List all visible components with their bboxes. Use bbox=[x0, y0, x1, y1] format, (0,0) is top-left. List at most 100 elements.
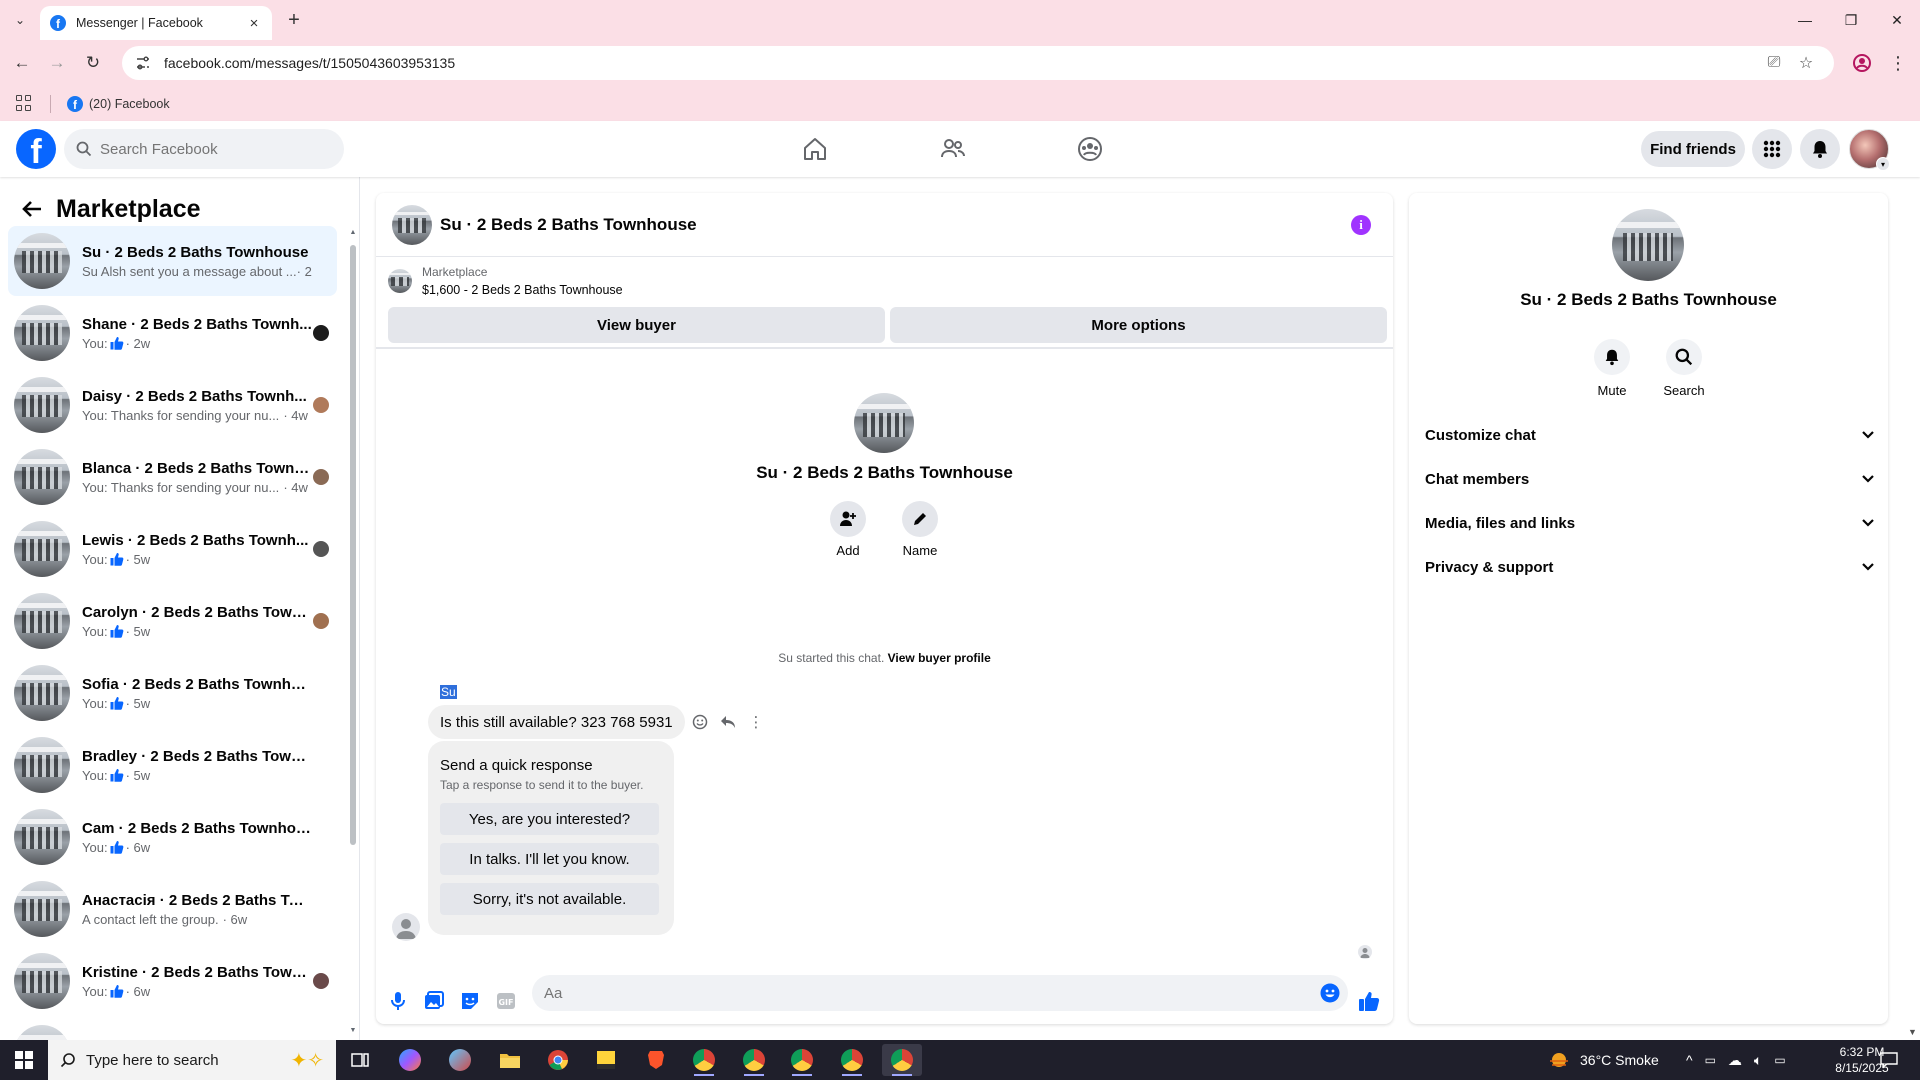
quick-option-3[interactable]: Sorry, it's not available. bbox=[440, 883, 659, 915]
chrome-profile-1-icon[interactable] bbox=[684, 1044, 724, 1076]
conversation-item[interactable]: Анастасія · 2 Beds 2 Baths Town... A cont… bbox=[8, 874, 337, 944]
weather-icon bbox=[1550, 1053, 1568, 1067]
sender-avatar[interactable] bbox=[392, 913, 420, 941]
onedrive-cloud-icon[interactable]: ☁ bbox=[1728, 1052, 1742, 1069]
message-input[interactable] bbox=[544, 975, 1284, 1011]
browser-menu-icon[interactable]: ⋮ bbox=[1885, 50, 1911, 76]
tab-close-icon[interactable]: × bbox=[246, 15, 262, 32]
view-buyer-profile-link[interactable]: View buyer profile bbox=[888, 651, 991, 665]
chat-title[interactable]: Su · 2 Beds 2 Baths Townhouse bbox=[440, 215, 697, 235]
taskbar-search[interactable]: Type here to search ✦✧ bbox=[48, 1040, 336, 1080]
thumbs-up-send-icon[interactable] bbox=[1358, 990, 1380, 1012]
page-scrollbar[interactable]: ▲ ▼ bbox=[1905, 121, 1920, 1040]
tab-messenger[interactable]: f Messenger | Facebook × bbox=[40, 6, 272, 40]
back-arrow-icon[interactable] bbox=[20, 197, 44, 221]
chrome-icon[interactable] bbox=[538, 1044, 578, 1076]
conversation-item[interactable]: Daisy · 2 Beds 2 Baths Townh... You: Than… bbox=[8, 370, 337, 440]
app-icon-1[interactable] bbox=[440, 1044, 480, 1076]
copilot-icon[interactable] bbox=[390, 1044, 430, 1076]
scroll-down-icon[interactable]: ▼ bbox=[348, 1027, 358, 1037]
add-people-button[interactable]: Add bbox=[818, 501, 878, 558]
chat-info-section[interactable]: Chat members bbox=[1425, 461, 1875, 497]
scroll-up-icon[interactable]: ▲ bbox=[348, 229, 358, 239]
sticky-notes-icon[interactable] bbox=[586, 1044, 626, 1076]
address-bar[interactable]: facebook.com/messages/t/1505043603953135… bbox=[122, 46, 1834, 80]
tab-search-button[interactable]: ⌄ bbox=[8, 10, 32, 30]
snippet-time: · 6w bbox=[125, 839, 151, 855]
bookmark-star-icon[interactable]: ☆ bbox=[1792, 46, 1820, 80]
listing-summary[interactable]: Marketplace $1,600 - 2 Beds 2 Baths Town… bbox=[388, 265, 623, 297]
weather-widget[interactable]: 36°C Smoke bbox=[1548, 1040, 1659, 1080]
chevron-down-icon[interactable]: ▾ bbox=[1876, 157, 1890, 171]
conversation-item[interactable]: Carolyn · 2 Beds 2 Baths Town... You: · 5w bbox=[8, 586, 337, 656]
conversation-item[interactable]: Su · 2 Beds 2 Baths Townhouse Su Alsh sen… bbox=[8, 226, 337, 296]
home-nav-icon[interactable] bbox=[797, 131, 833, 167]
groups-nav-icon[interactable] bbox=[1072, 131, 1108, 167]
quick-option-2[interactable]: In talks. I'll let you know. bbox=[440, 843, 659, 875]
conversation-scrollbar[interactable] bbox=[350, 245, 356, 845]
chrome-profile-5-icon[interactable] bbox=[882, 1044, 922, 1076]
apps-grid-icon[interactable] bbox=[16, 94, 34, 113]
sticker-icon[interactable] bbox=[460, 991, 480, 1011]
message-bubble[interactable]: Is this still available? 323 768 5931 bbox=[428, 705, 685, 739]
info-icon[interactable]: i bbox=[1351, 215, 1371, 235]
task-view-icon[interactable] bbox=[340, 1044, 380, 1076]
conversation-item[interactable]: Sofia · 2 Beds 2 Baths Townhouse You: · 5w bbox=[8, 658, 337, 728]
install-app-icon[interactable]: ⎚ bbox=[1760, 46, 1788, 80]
search-in-chat-button[interactable]: Search bbox=[1649, 339, 1719, 398]
menu-grid-icon[interactable] bbox=[1752, 129, 1792, 169]
page-scroll-down-icon[interactable]: ▼ bbox=[1908, 1027, 1917, 1037]
name-chat-button[interactable]: Name bbox=[890, 501, 950, 558]
more-options-button[interactable]: More options bbox=[890, 307, 1387, 343]
facebook-logo-icon[interactable]: f bbox=[16, 129, 56, 169]
message-composer[interactable] bbox=[532, 975, 1348, 1011]
volume-icon[interactable]: 🔈︎ bbox=[1754, 1052, 1762, 1069]
conversation-item[interactable]: Cam · 2 Beds 2 Baths Townhouse You: · 6w bbox=[8, 802, 337, 872]
conversation-item[interactable]: Lewis · 2 Beds 2 Baths Townh... You: · 5w bbox=[8, 514, 337, 584]
conversation-item[interactable]: Blanca · 2 Beds 2 Baths Townh... You: Tha… bbox=[8, 442, 337, 512]
profile-icon[interactable] bbox=[1849, 50, 1875, 76]
microphone-icon[interactable] bbox=[388, 991, 408, 1011]
new-tab-button[interactable]: + bbox=[282, 8, 306, 32]
reload-icon[interactable]: ↻ bbox=[80, 50, 106, 76]
view-buyer-button[interactable]: View buyer bbox=[388, 307, 885, 343]
minimize-icon[interactable]: — bbox=[1790, 8, 1820, 32]
gif-icon[interactable]: GIF bbox=[496, 991, 516, 1011]
more-vertical-icon[interactable]: ⋮ bbox=[742, 712, 770, 732]
brave-icon[interactable] bbox=[636, 1044, 676, 1076]
conversation-item[interactable]: Bradley · 2 Beds 2 Baths Townho... You: · … bbox=[8, 730, 337, 800]
react-emoji-icon[interactable] bbox=[686, 712, 714, 732]
notification-center-icon[interactable] bbox=[1880, 1040, 1898, 1080]
conversation-item[interactable]: Kate · 2 Beds 2 Baths Townhouse bbox=[8, 1018, 337, 1040]
chat-thumbnail[interactable] bbox=[392, 204, 432, 245]
forward-icon[interactable]: → bbox=[44, 50, 70, 76]
reply-icon[interactable] bbox=[714, 712, 742, 732]
facebook-search-input[interactable] bbox=[100, 140, 320, 158]
notifications-bell-icon[interactable] bbox=[1800, 129, 1840, 169]
chrome-profile-2-icon[interactable] bbox=[734, 1044, 774, 1076]
friends-nav-icon[interactable] bbox=[935, 131, 971, 167]
file-explorer-icon[interactable] bbox=[490, 1044, 530, 1076]
network-icon[interactable]: ▭ bbox=[1774, 1053, 1785, 1067]
quick-option-1[interactable]: Yes, are you interested? bbox=[440, 803, 659, 835]
mute-button[interactable]: Mute bbox=[1577, 339, 1647, 398]
meet-now-icon[interactable]: ▭ bbox=[1705, 1053, 1716, 1067]
find-friends-button[interactable]: Find friends bbox=[1641, 131, 1745, 167]
windows-start-icon[interactable] bbox=[0, 1040, 48, 1080]
chat-info-section[interactable]: Media, files and links bbox=[1425, 505, 1875, 541]
photo-gallery-icon[interactable] bbox=[424, 991, 444, 1011]
conversation-item[interactable]: Kristine · 2 Beds 2 Baths Town... You: · 6… bbox=[8, 946, 337, 1016]
close-window-icon[interactable]: ✕ bbox=[1882, 8, 1912, 32]
chrome-profile-3-icon[interactable] bbox=[782, 1044, 822, 1076]
emoji-icon[interactable] bbox=[1320, 983, 1340, 1003]
facebook-search-box[interactable] bbox=[64, 129, 344, 169]
restore-icon[interactable]: ❐ bbox=[1836, 8, 1866, 32]
chevron-up-icon[interactable]: ^ bbox=[1686, 1052, 1693, 1068]
conversation-item[interactable]: Shane · 2 Beds 2 Baths Townh... You: · 2w bbox=[8, 298, 337, 368]
site-info-icon[interactable] bbox=[134, 54, 152, 72]
chat-info-section[interactable]: Privacy & support bbox=[1425, 549, 1875, 585]
chat-info-section[interactable]: Customize chat bbox=[1425, 417, 1875, 453]
back-icon[interactable]: ← bbox=[9, 50, 35, 76]
bookmark-facebook[interactable]: f (20) Facebook bbox=[67, 95, 170, 112]
chrome-profile-4-icon[interactable] bbox=[832, 1044, 872, 1076]
